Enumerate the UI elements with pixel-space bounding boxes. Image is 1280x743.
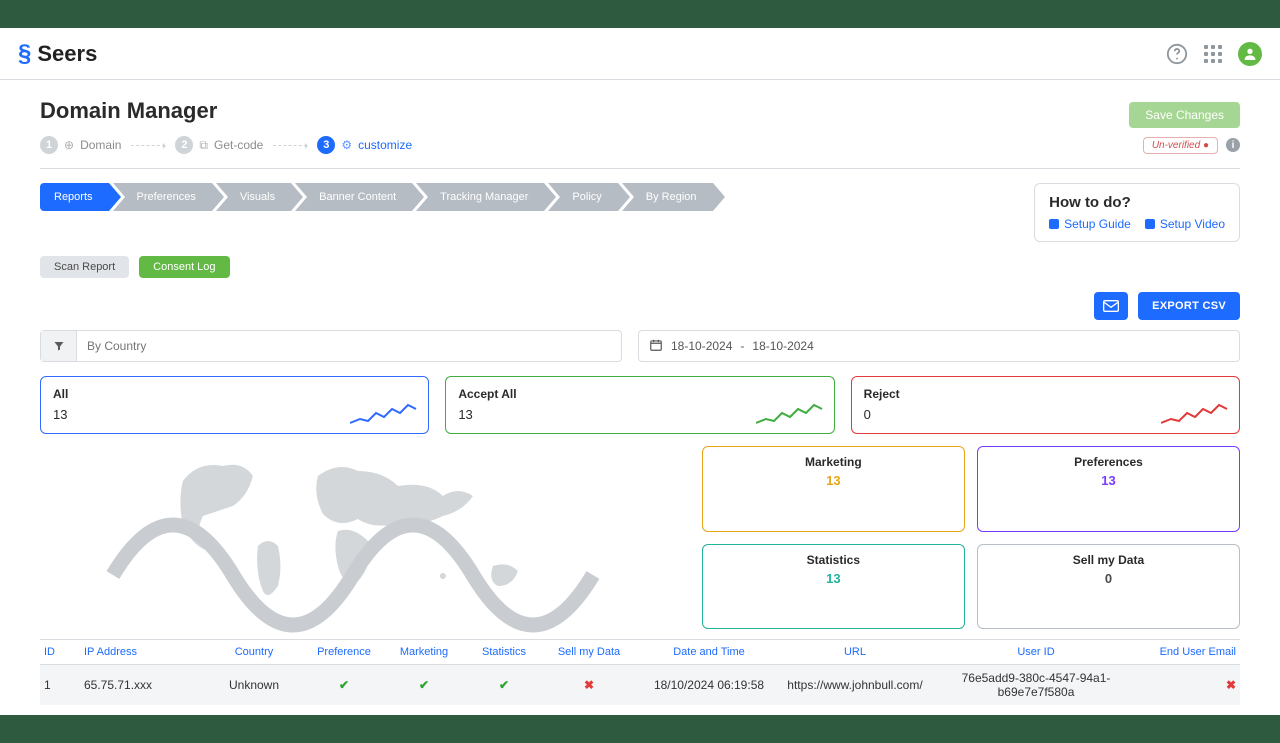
setup-guide-link[interactable]: Setup Guide (1049, 217, 1131, 231)
date-to: 18-10-2024 (752, 339, 813, 353)
step-separator (273, 145, 307, 146)
x-icon: ✖ (544, 678, 634, 692)
email-button[interactable] (1094, 292, 1128, 320)
cell-user-id: 76e5add9-380c-4547-94a1-b69e7e7f580a (926, 671, 1146, 699)
cell-datetime: 18/10/2024 06:19:58 (634, 678, 784, 692)
unverified-badge: Un-verified ● (1143, 137, 1218, 154)
step-get-code[interactable]: 2 ⧉ Get-code (175, 136, 263, 154)
apps-grid-icon[interactable] (1202, 43, 1224, 65)
stat-card-reject[interactable]: Reject 0 (851, 376, 1240, 434)
tab-preferences[interactable]: Preferences (113, 183, 212, 211)
col-marketing[interactable]: Marketing (384, 646, 464, 658)
col-url[interactable]: URL (784, 646, 926, 658)
user-avatar-icon[interactable] (1238, 42, 1262, 66)
table-header: ID IP Address Country Preference Marketi… (40, 640, 1240, 665)
table-row[interactable]: 1 65.75.71.xxx Unknown ✔ ✔ ✔ ✖ 18/10/202… (40, 665, 1240, 705)
app-header: § Seers (0, 28, 1280, 80)
how-to-card: How to do? Setup Guide Setup Video (1034, 183, 1240, 242)
col-ip[interactable]: IP Address (84, 646, 204, 658)
export-csv-button[interactable]: EXPORT CSV (1138, 292, 1240, 320)
x-icon: ✖ (1146, 678, 1236, 692)
tab-by-region[interactable]: By Region (622, 183, 713, 211)
mini-card-statistics[interactable]: Statistics 13 (702, 544, 965, 630)
country-filter-input[interactable] (77, 339, 621, 353)
mini-card-sell-my-data[interactable]: Sell my Data 0 (977, 544, 1240, 630)
brand-logo[interactable]: § Seers (18, 41, 97, 67)
tab-visuals[interactable]: Visuals (216, 183, 291, 211)
stat-card-all[interactable]: All 13 (40, 376, 429, 434)
check-icon: ✔ (384, 678, 464, 692)
col-user-id[interactable]: User ID (926, 646, 1146, 658)
check-icon: ✔ (304, 678, 384, 692)
sparkline-icon (350, 401, 420, 427)
calendar-icon (649, 338, 663, 355)
col-sell[interactable]: Sell my Data (544, 646, 634, 658)
browser-bottom-chrome (0, 715, 1280, 743)
tab-tracking-manager[interactable]: Tracking Manager (416, 183, 544, 211)
how-to-title: How to do? (1049, 194, 1225, 211)
gear-icon: ⚙ (341, 138, 352, 152)
step-label: Domain (80, 138, 121, 152)
sparkline-icon (1161, 401, 1231, 427)
tab-policy[interactable]: Policy (548, 183, 617, 211)
video-icon (1145, 219, 1155, 229)
cell-id: 1 (44, 678, 84, 692)
tab-banner-content[interactable]: Banner Content (295, 183, 412, 211)
section-tabs: Reports Preferences Visuals Banner Conte… (40, 183, 717, 242)
country-filter (40, 330, 622, 362)
step-customize[interactable]: 3 ⚙ customize (317, 136, 412, 154)
step-domain[interactable]: 1 ⊕ Domain (40, 136, 121, 154)
cell-country: Unknown (204, 678, 304, 692)
info-icon[interactable]: i (1226, 138, 1240, 152)
filter-icon[interactable] (41, 331, 77, 361)
step-separator (131, 145, 165, 146)
wizard-steps: 1 ⊕ Domain 2 ⧉ Get-code 3 ⚙ customize (40, 136, 412, 154)
wave-icon (40, 455, 686, 635)
sparkline-icon (756, 401, 826, 427)
col-id[interactable]: ID (44, 646, 84, 658)
step-label: Get-code (214, 138, 263, 152)
save-changes-button[interactable]: Save Changes (1129, 102, 1240, 128)
check-icon: ✔ (464, 678, 544, 692)
cell-ip: 65.75.71.xxx (84, 678, 204, 692)
browser-top-chrome (0, 0, 1280, 28)
scan-report-tab[interactable]: Scan Report (40, 256, 129, 278)
col-statistics[interactable]: Statistics (464, 646, 544, 658)
col-datetime[interactable]: Date and Time (634, 646, 784, 658)
doc-icon (1049, 219, 1059, 229)
consent-table: ID IP Address Country Preference Marketi… (40, 639, 1240, 705)
code-icon: ⧉ (199, 138, 208, 153)
page-title: Domain Manager (40, 98, 217, 124)
col-preference[interactable]: Preference (304, 646, 384, 658)
consent-log-tab[interactable]: Consent Log (139, 256, 229, 278)
mini-card-preferences[interactable]: Preferences 13 (977, 446, 1240, 532)
stat-card-accept-all[interactable]: Accept All 13 (445, 376, 834, 434)
step-label: customize (358, 138, 412, 152)
globe-icon: ⊕ (64, 138, 74, 152)
help-icon[interactable] (1166, 43, 1188, 65)
tab-reports[interactable]: Reports (40, 183, 109, 211)
col-email[interactable]: End User Email (1146, 646, 1236, 658)
date-from: 18-10-2024 (671, 339, 732, 353)
brand-mark-icon: § (18, 42, 31, 66)
world-map[interactable] (40, 446, 686, 629)
cell-url: https://www.johnbull.com/ (784, 678, 926, 692)
setup-video-link[interactable]: Setup Video (1145, 217, 1225, 231)
col-country[interactable]: Country (204, 646, 304, 658)
date-range-picker[interactable]: 18-10-2024 - 18-10-2024 (638, 330, 1240, 362)
brand-name: Seers (37, 41, 97, 67)
mini-card-marketing[interactable]: Marketing 13 (702, 446, 965, 532)
